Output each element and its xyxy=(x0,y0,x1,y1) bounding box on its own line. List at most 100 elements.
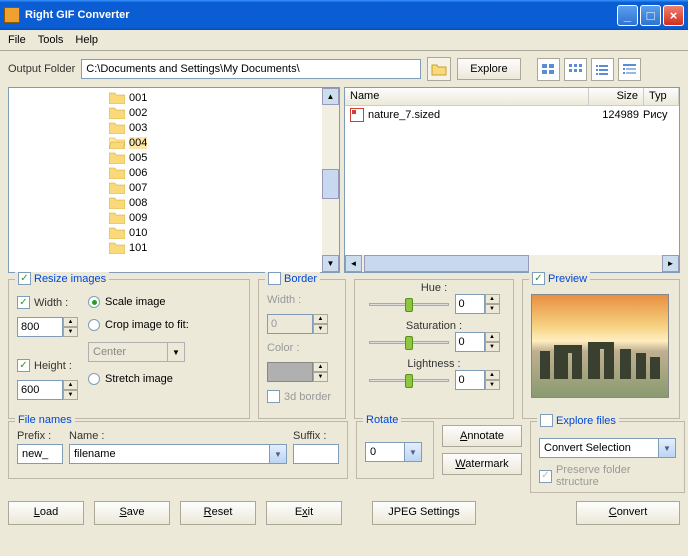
app-icon xyxy=(4,7,20,23)
browse-folder-button[interactable] xyxy=(427,57,451,81)
scroll-left-icon[interactable]: ◄ xyxy=(345,255,362,272)
stretch-radio[interactable]: Stretch image xyxy=(88,373,189,385)
window-title: Right GIF Converter xyxy=(25,9,130,21)
resize-checkbox[interactable]: ✓Resize images xyxy=(15,272,109,285)
menu-help[interactable]: Help xyxy=(75,34,98,46)
tree-item[interactable]: 005 xyxy=(9,150,339,165)
border-width-input: ▲▼ xyxy=(267,314,337,334)
tree-item[interactable]: 004 xyxy=(9,135,339,150)
3d-border-checkbox: 3d border xyxy=(267,390,337,403)
hue-input[interactable]: ▲▼ xyxy=(455,294,500,314)
preview-image xyxy=(531,294,669,398)
scroll-thumb-h[interactable] xyxy=(364,255,529,272)
tree-item[interactable]: 003 xyxy=(9,120,339,135)
lightness-slider[interactable] xyxy=(369,370,449,390)
close-button[interactable]: × xyxy=(663,5,684,26)
output-folder-input[interactable] xyxy=(81,59,421,79)
minimize-button[interactable]: _ xyxy=(617,5,638,26)
watermark-button[interactable]: Watermark xyxy=(442,453,522,475)
adjust-group: Hue : ▲▼ Saturation : ▲▼ Lightness : ▲▼ xyxy=(354,279,514,419)
folder-icon xyxy=(431,62,447,76)
prefix-label: Prefix : xyxy=(17,430,63,442)
filenames-group: File names Prefix : Name : ▼ Suffix : xyxy=(8,421,348,479)
save-button[interactable]: Save xyxy=(94,501,170,525)
crop-mode-combo[interactable]: ▼ xyxy=(88,342,189,362)
border-color-label: Color : xyxy=(267,342,337,354)
tree-item[interactable]: 002 xyxy=(9,105,339,120)
bottom-buttons: Load Save Reset Exit JPEG Settings Conve… xyxy=(0,493,688,533)
scroll-thumb[interactable] xyxy=(322,169,339,199)
col-type[interactable]: Тур xyxy=(644,88,679,105)
menubar: File Tools Help xyxy=(0,30,688,51)
tree-item[interactable]: 008 xyxy=(9,195,339,210)
saturation-input[interactable]: ▲▼ xyxy=(455,332,500,352)
menu-tools[interactable]: Tools xyxy=(38,34,64,46)
name-label: Name : xyxy=(69,430,287,442)
tree-item[interactable]: 006 xyxy=(9,165,339,180)
filenames-title: File names xyxy=(15,414,75,426)
tree-item[interactable]: 010 xyxy=(9,225,339,240)
annotate-button[interactable]: Annotate xyxy=(442,425,522,447)
list-header: Name Size Тур xyxy=(345,88,679,106)
lightness-input[interactable]: ▲▼ xyxy=(455,370,500,390)
scroll-up-icon[interactable]: ▲ xyxy=(322,88,339,105)
preview-checkbox[interactable]: ✓Preview xyxy=(529,272,590,285)
tree-item[interactable]: 009 xyxy=(9,210,339,225)
height-checkbox[interactable]: ✓Height : xyxy=(17,359,78,372)
file-list[interactable]: Name Size Тур nature_7.sized 124989 Рису… xyxy=(344,87,680,273)
col-size[interactable]: Size xyxy=(589,88,644,105)
saturation-label: Saturation : xyxy=(406,320,462,332)
scroll-right-icon[interactable]: ► xyxy=(662,255,679,272)
file-size: 124989 xyxy=(584,109,639,121)
saturation-slider[interactable] xyxy=(369,332,449,352)
rotate-title: Rotate xyxy=(363,414,401,426)
view-list-button[interactable] xyxy=(591,58,614,81)
tree-item[interactable]: 101 xyxy=(9,240,339,255)
suffix-label: Suffix : xyxy=(293,430,339,442)
tree-item[interactable]: 007 xyxy=(9,180,339,195)
hue-label: Hue : xyxy=(421,282,447,294)
reset-button[interactable]: Reset xyxy=(180,501,256,525)
jpeg-settings-button[interactable]: JPEG Settings xyxy=(372,501,476,525)
hue-slider[interactable] xyxy=(369,294,449,314)
view-large-icons-button[interactable] xyxy=(537,58,560,81)
rotate-group: Rotate ▼ xyxy=(356,421,434,479)
folder-tree[interactable]: 001002003004005006007008009010101 ▲ ▼ xyxy=(8,87,340,273)
tree-item[interactable]: 001 xyxy=(9,90,339,105)
height-input[interactable]: ▲▼ xyxy=(17,380,78,400)
name-combo[interactable]: ▼ xyxy=(69,444,287,464)
load-button[interactable]: Load xyxy=(8,501,84,525)
scale-radio[interactable]: Scale image xyxy=(88,296,189,308)
scroll-down-icon[interactable]: ▼ xyxy=(322,255,339,272)
width-checkbox[interactable]: ✓Width : xyxy=(17,296,78,309)
list-scrollbar[interactable]: ◄ ► xyxy=(345,255,679,272)
output-folder-label: Output Folder xyxy=(8,63,75,75)
explore-files-checkbox[interactable]: Explore files xyxy=(537,414,619,427)
explore-combo[interactable]: ▼ xyxy=(539,438,676,458)
suffix-input[interactable] xyxy=(293,444,339,464)
border-checkbox[interactable]: Border xyxy=(265,272,320,285)
file-name: nature_7.sized xyxy=(368,109,584,121)
view-details-button[interactable] xyxy=(618,58,641,81)
output-toolbar: Output Folder Explore xyxy=(0,51,688,87)
rotate-combo[interactable]: ▼ xyxy=(365,442,425,462)
crop-radio[interactable]: Crop image to fit: xyxy=(88,319,189,331)
preserve-folder-checkbox: ✓Preserve folder structure xyxy=(539,464,676,488)
width-input[interactable]: ▲▼ xyxy=(17,317,78,337)
convert-button[interactable]: Convert xyxy=(576,501,680,525)
explore-button[interactable]: Explore xyxy=(457,58,520,80)
titlebar: Right GIF Converter _ □ × xyxy=(0,0,688,30)
view-small-icons-button[interactable] xyxy=(564,58,587,81)
col-name[interactable]: Name xyxy=(345,88,589,105)
tree-scrollbar[interactable]: ▲ ▼ xyxy=(322,88,339,272)
preview-group: ✓Preview xyxy=(522,279,680,419)
exit-button[interactable]: Exit xyxy=(266,501,342,525)
menu-file[interactable]: File xyxy=(8,34,26,46)
border-width-label: Width : xyxy=(267,294,337,306)
file-type: Рису xyxy=(639,109,674,121)
border-group: Border Width : ▲▼ Color : ▲▼ 3d border xyxy=(258,279,346,419)
maximize-button[interactable]: □ xyxy=(640,5,661,26)
list-row[interactable]: nature_7.sized 124989 Рису xyxy=(345,106,679,123)
image-file-icon xyxy=(350,108,364,122)
prefix-input[interactable] xyxy=(17,444,63,464)
